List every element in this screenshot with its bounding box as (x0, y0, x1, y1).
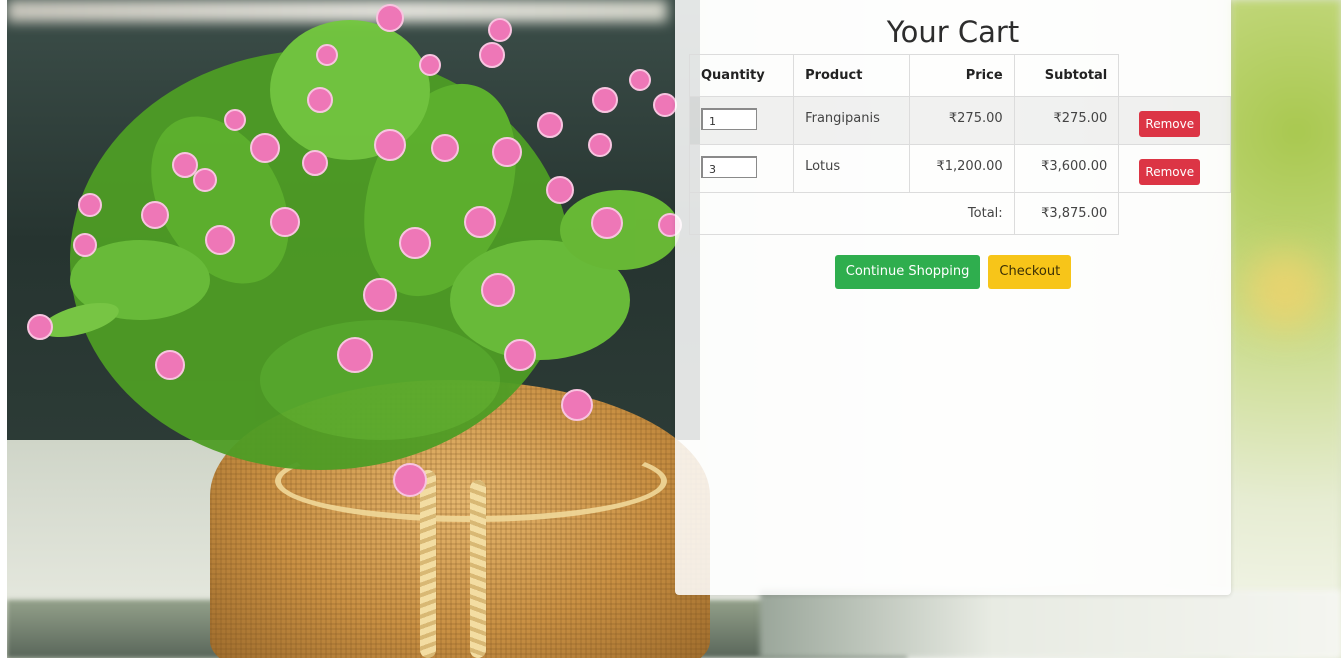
price-cell: ₹1,200.00 (908, 144, 1015, 193)
table-row: Lotus ₹1,200.00 ₹3,600.00 Remove (688, 144, 1231, 193)
left-edge-strip (0, 0, 7, 658)
action-cell: Remove (1118, 96, 1231, 145)
background-right-bokeh (1245, 250, 1325, 330)
column-header-subtotal: Subtotal (1013, 54, 1120, 97)
quantity-input[interactable] (701, 108, 757, 130)
total-row-spacer (1119, 193, 1231, 235)
remove-button[interactable]: Remove (1139, 111, 1201, 137)
total-value: ₹3,875.00 (1013, 192, 1120, 235)
continue-shopping-button[interactable]: Continue Shopping (834, 255, 981, 289)
table-header-row: Quantity Product Price Subtotal (688, 54, 1231, 97)
total-row: Total: ₹3,875.00 (689, 192, 1231, 235)
product-name: Frangipanis (793, 96, 910, 145)
subtotal-cell: ₹275.00 (1013, 96, 1120, 145)
column-header-product: Product (793, 54, 910, 97)
cart-page: Your Cart Quantity Product Price Subtota… (0, 0, 1341, 658)
table-row: Frangipanis ₹275.00 ₹275.00 Remove (688, 96, 1231, 145)
price-cell: ₹275.00 (908, 96, 1015, 145)
quantity-cell (688, 96, 795, 145)
product-name: Lotus (793, 144, 910, 193)
column-header-quantity: Quantity (688, 54, 795, 97)
subtotal-cell: ₹3,600.00 (1013, 144, 1120, 193)
page-title: Your Cart (886, 15, 1020, 49)
action-cell: Remove (1118, 144, 1231, 193)
cart-actions: Continue Shopping Checkout (675, 255, 1231, 289)
remove-button[interactable]: Remove (1139, 159, 1201, 185)
quantity-cell (688, 144, 795, 193)
total-label: Total: (689, 192, 1015, 235)
quantity-input[interactable] (701, 156, 757, 178)
flower-bouquet (27, 4, 682, 497)
background-table-light (760, 590, 1341, 658)
checkout-button[interactable]: Checkout (988, 255, 1072, 289)
cart-table: Quantity Product Price Subtotal Frangipa… (688, 54, 1231, 235)
column-header-action (1119, 55, 1231, 97)
cart-panel: Your Cart Quantity Product Price Subtota… (675, 0, 1231, 595)
column-header-price: Price (908, 54, 1015, 97)
